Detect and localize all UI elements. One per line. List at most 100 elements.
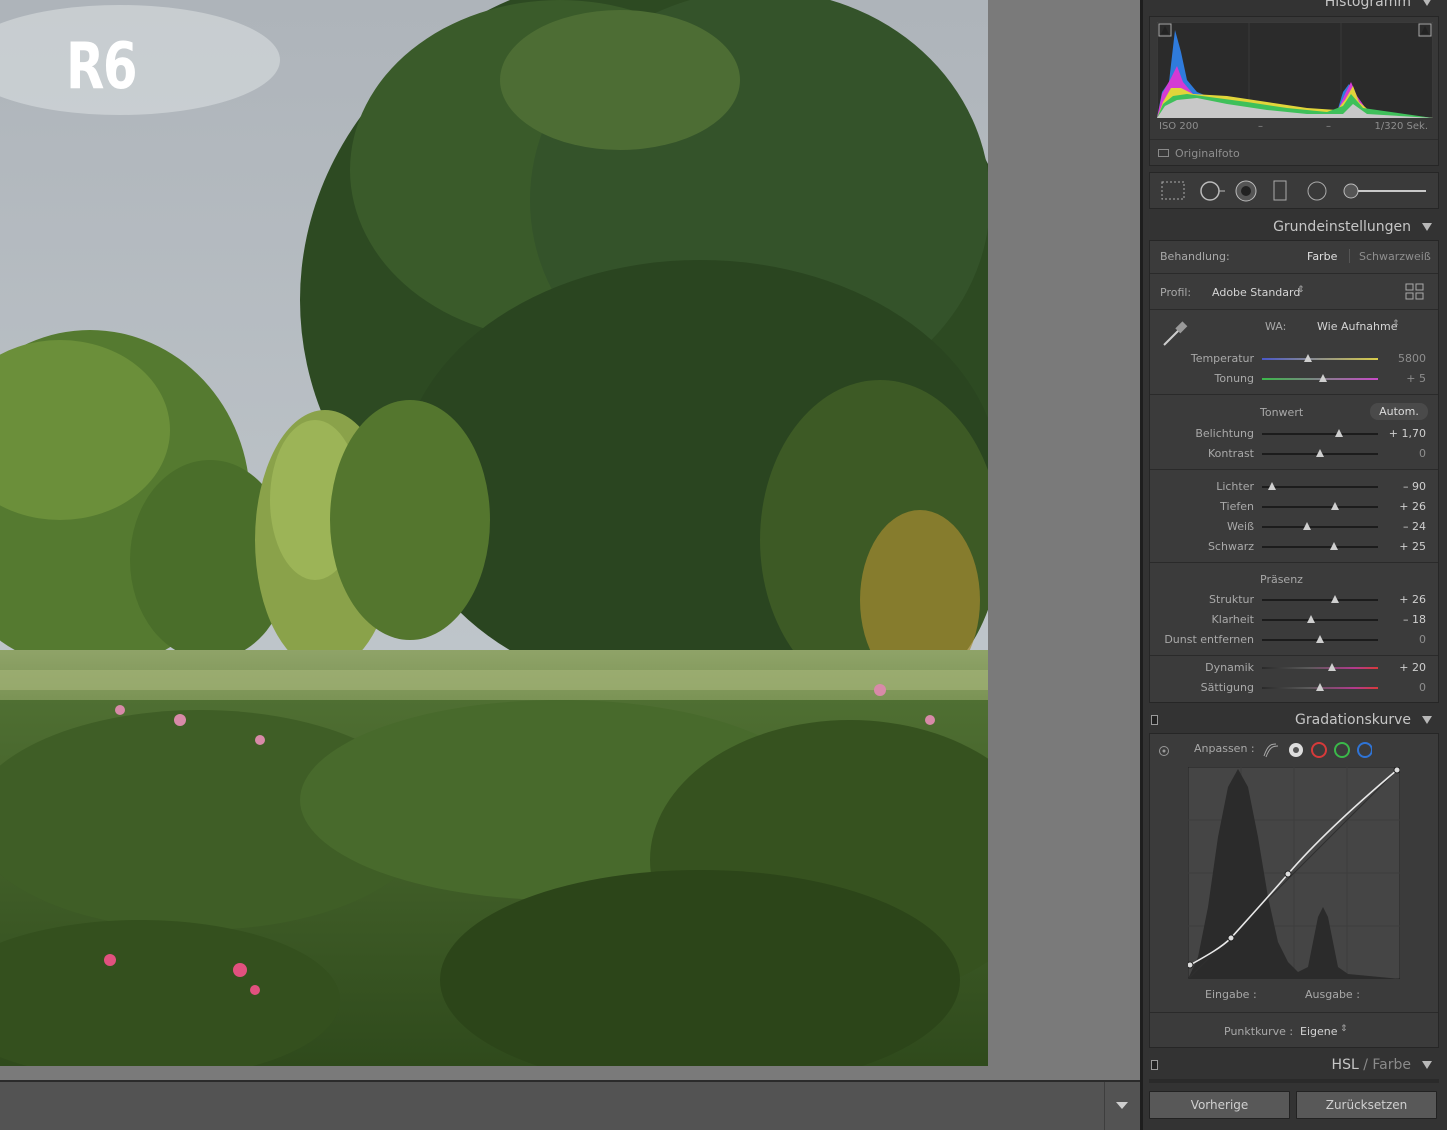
histogram-chart[interactable] xyxy=(1157,22,1433,118)
profile-select[interactable]: Adobe Standard xyxy=(1212,286,1300,299)
target-adjust-icon[interactable] xyxy=(1158,745,1170,757)
clarity-value[interactable]: – 18 xyxy=(1403,613,1426,626)
highlights-thumb[interactable] xyxy=(1268,482,1277,490)
brush-slider-icon[interactable] xyxy=(1342,179,1430,203)
exposure-slider[interactable]: Belichtung + 1,70 xyxy=(1150,424,1438,444)
adjust-label: Anpassen : xyxy=(1194,742,1255,755)
texture-slider[interactable]: Struktur + 26 xyxy=(1150,590,1438,610)
exposure-value[interactable]: + 1,70 xyxy=(1389,427,1426,440)
point-curve-rgb-icon[interactable] xyxy=(1288,740,1304,760)
collapse-arrow-icon[interactable] xyxy=(1422,223,1432,231)
texture-value[interactable]: + 26 xyxy=(1399,593,1426,606)
panel-toggle-icon[interactable] xyxy=(1151,1060,1158,1070)
highlights-slider[interactable]: Lichter – 90 xyxy=(1150,477,1438,497)
vibrance-value[interactable]: + 20 xyxy=(1399,661,1426,674)
tint-thumb[interactable] xyxy=(1319,374,1328,382)
panel-toggle-icon[interactable] xyxy=(1151,715,1158,725)
wb-updown-icon[interactable]: ⇕ xyxy=(1392,319,1400,329)
profile-updown-icon[interactable]: ⇕ xyxy=(1297,285,1305,295)
highlights-label: Lichter xyxy=(1216,480,1254,493)
treatment-color-option[interactable]: Farbe xyxy=(1307,250,1337,263)
texture-thumb[interactable] xyxy=(1331,595,1340,603)
parametric-curve-icon[interactable] xyxy=(1262,740,1282,760)
temperature-value[interactable]: 5800 xyxy=(1398,352,1426,365)
saturation-slider[interactable]: Sättigung 0 xyxy=(1150,678,1438,698)
exposure-thumb[interactable] xyxy=(1334,429,1343,437)
contrast-slider[interactable]: Kontrast 0 xyxy=(1150,444,1438,464)
highlights-value[interactable]: – 90 xyxy=(1403,480,1426,493)
shadows-value[interactable]: + 26 xyxy=(1399,500,1426,513)
eyedropper-icon[interactable] xyxy=(1158,317,1192,351)
whites-value[interactable]: – 24 xyxy=(1403,520,1426,533)
texture-label: Struktur xyxy=(1209,593,1254,606)
vibrance-thumb[interactable] xyxy=(1327,663,1336,671)
point-curve-updown-icon[interactable]: ⇕ xyxy=(1340,1024,1348,1034)
toolbar-menu-arrow-icon[interactable] xyxy=(1116,1102,1128,1109)
hsl-color-tab[interactable]: Farbe xyxy=(1372,1057,1411,1073)
watermark-text: R6 xyxy=(66,30,138,104)
tint-slider[interactable]: Tonung + 5 xyxy=(1150,369,1438,389)
profile-browser-icon[interactable] xyxy=(1405,283,1425,301)
treatment-bw-option[interactable]: Schwarzweiß xyxy=(1359,250,1431,263)
tint-value[interactable]: + 5 xyxy=(1406,372,1426,385)
contrast-value[interactable]: 0 xyxy=(1419,447,1426,460)
tint-label: Tonung xyxy=(1214,372,1254,385)
wb-label: WA: xyxy=(1265,320,1287,333)
treatment-label: Behandlung: xyxy=(1160,250,1230,263)
bottom-toolbar xyxy=(0,1080,1140,1130)
histogram-header[interactable]: Histogramm xyxy=(1149,0,1439,16)
wb-select[interactable]: Wie Aufnahme xyxy=(1317,320,1398,333)
red-channel-icon[interactable] xyxy=(1311,740,1327,760)
point-curve-label: Punktkurve : xyxy=(1224,1025,1294,1038)
previous-button[interactable]: Vorherige xyxy=(1149,1091,1290,1119)
tone-curve-header[interactable]: Gradationskurve xyxy=(1149,706,1439,734)
iso-readout: ISO 200 xyxy=(1159,121,1199,132)
photo-canvas[interactable]: R6 xyxy=(0,0,1140,1080)
temperature-thumb[interactable] xyxy=(1304,354,1313,362)
contrast-label: Kontrast xyxy=(1208,447,1254,460)
presence-label: Präsenz xyxy=(1260,573,1303,586)
green-channel-icon[interactable] xyxy=(1334,740,1350,760)
point-curve-select[interactable]: Eigene xyxy=(1300,1025,1338,1038)
blacks-slider[interactable]: Schwarz + 25 xyxy=(1150,537,1438,557)
auto-tone-button[interactable]: Autom. xyxy=(1370,403,1428,420)
spot-removal-icon[interactable] xyxy=(1198,179,1228,203)
shutter-readout: 1/320 Sek. xyxy=(1374,121,1428,132)
hsl-title: HSL xyxy=(1331,1057,1359,1073)
shadows-thumb[interactable] xyxy=(1331,502,1340,510)
tone-curve-graph[interactable] xyxy=(1188,767,1400,979)
whites-slider[interactable]: Weiß – 24 xyxy=(1150,517,1438,537)
crop-grid-icon[interactable] xyxy=(1160,179,1188,203)
saturation-value[interactable]: 0 xyxy=(1419,681,1426,694)
temperature-slider[interactable]: Temperatur 5800 xyxy=(1150,349,1438,369)
collapse-arrow-icon[interactable] xyxy=(1422,716,1432,724)
basic-header[interactable]: Grundeinstellungen xyxy=(1149,213,1439,241)
saturation-thumb[interactable] xyxy=(1316,683,1324,691)
whites-thumb[interactable] xyxy=(1303,522,1312,530)
dehaze-slider[interactable]: Dunst entfernen 0 xyxy=(1150,630,1438,650)
temperature-label: Temperatur xyxy=(1190,352,1254,365)
photo-preview[interactable]: R6 xyxy=(0,0,988,1066)
shadows-slider[interactable]: Tiefen + 26 xyxy=(1150,497,1438,517)
dehaze-thumb[interactable] xyxy=(1316,635,1324,643)
blacks-value[interactable]: + 25 xyxy=(1399,540,1426,553)
output-label: Ausgabe : xyxy=(1305,988,1360,1001)
graduated-filter-icon[interactable] xyxy=(1270,179,1290,203)
dehaze-value[interactable]: 0 xyxy=(1419,633,1426,646)
reset-button[interactable]: Zurücksetzen xyxy=(1296,1091,1437,1119)
original-photo-checkbox[interactable] xyxy=(1158,149,1169,157)
clarity-slider[interactable]: Klarheit – 18 xyxy=(1150,610,1438,630)
collapse-arrow-icon[interactable] xyxy=(1422,0,1432,6)
collapse-arrow-icon[interactable] xyxy=(1422,1061,1432,1069)
vibrance-slider[interactable]: Dynamik + 20 xyxy=(1150,658,1438,678)
contrast-thumb[interactable] xyxy=(1316,449,1324,457)
radial-filter-icon[interactable] xyxy=(1305,179,1329,203)
panel-end-rule xyxy=(1149,1079,1439,1083)
landscape-photo xyxy=(0,0,988,1066)
clarity-thumb[interactable] xyxy=(1306,615,1315,623)
blacks-thumb[interactable] xyxy=(1329,542,1338,550)
red-eye-icon[interactable] xyxy=(1234,179,1258,203)
hsl-header[interactable]: HSL / Farbe xyxy=(1149,1051,1439,1079)
develop-right-panel: Histogramm ISO 200 – – 1/320 Sek. Origin… xyxy=(1140,0,1447,1130)
blue-channel-icon[interactable] xyxy=(1357,740,1373,760)
